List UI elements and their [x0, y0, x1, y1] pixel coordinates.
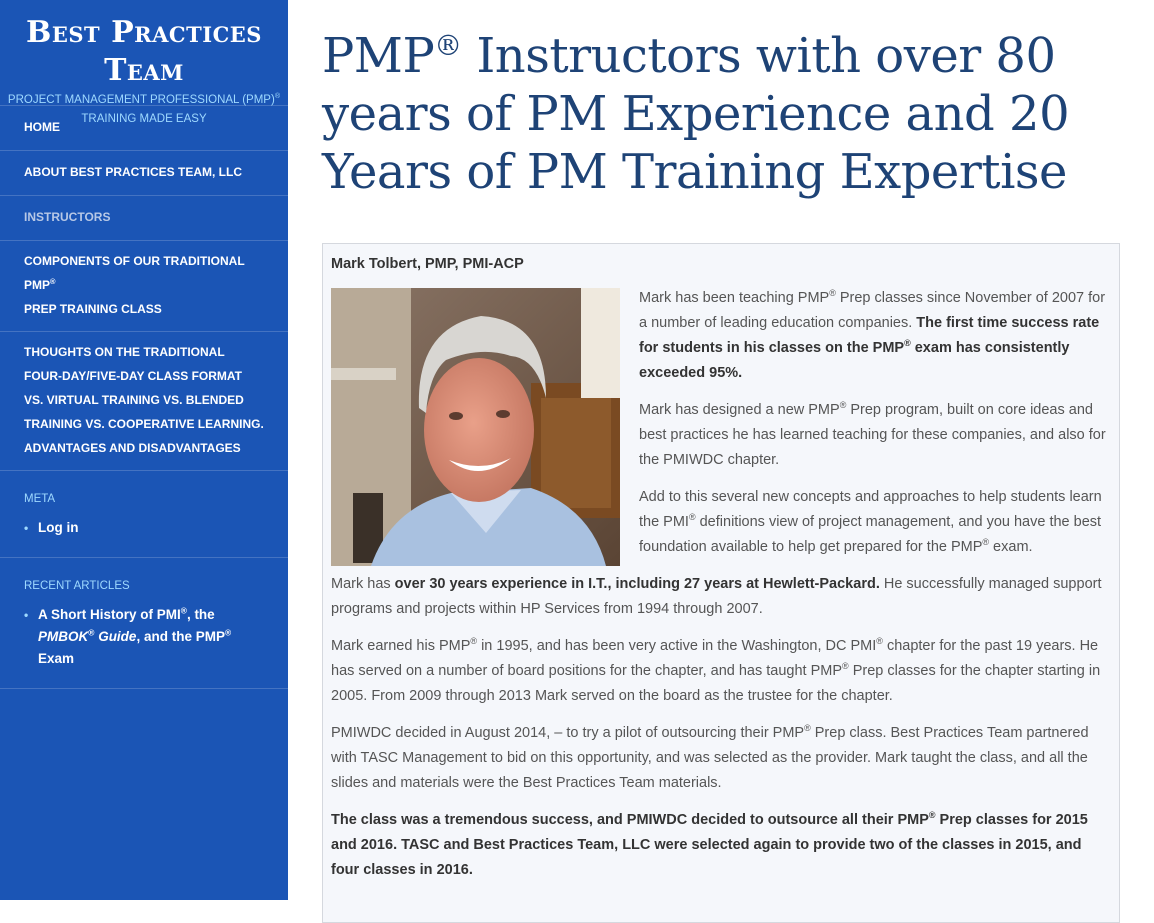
bio-paragraph-6: PMIWDC decided in August 2014, – to try …: [331, 721, 1111, 796]
bio-text-bold: The class was a tremendous success, and …: [331, 812, 929, 828]
bio-text-bold: over 30 years experience in I.T., includ…: [394, 576, 880, 592]
recent-article-link[interactable]: A Short History of PMI®, thePMBOK® Guide…: [24, 604, 264, 670]
bio-text: Mark earned his PMP: [331, 638, 471, 654]
reg-mark: ®: [829, 288, 836, 299]
bio-text: Mark has designed a new PMP: [639, 402, 840, 418]
tagline-line1: PROJECT MANAGEMENT PROFESSIONAL (PMP): [7, 94, 275, 106]
reg-mark: ®: [904, 338, 911, 349]
reg-mark: ®: [688, 512, 696, 523]
site-branding: Best Practices Team PROJECT MANAGEMENT P…: [0, 0, 288, 125]
main-content: PMP® Instructors with over 80 years of P…: [322, 0, 1122, 923]
nav-item-components-label-a: COMPONENTS OF OUR TRADITIONAL PMP: [24, 254, 245, 292]
recent-article-text-f: Exam: [38, 651, 75, 666]
instructor-panel: Mark Tolbert, PMP, PMI-ACP Mark has been…: [322, 243, 1120, 923]
recent-article-text-d: Guide: [98, 629, 137, 644]
page-title-a: PMP: [322, 28, 435, 84]
nav-item-instructors[interactable]: INSTRUCTORS: [0, 196, 288, 241]
nav-item-components-reg: ®: [50, 277, 56, 286]
reg-mark: ®: [88, 627, 95, 638]
bio-text: Mark has been teaching PMP: [639, 290, 830, 306]
bio-text: exam.: [989, 539, 1033, 555]
page-title: PMP® Instructors with over 80 years of P…: [322, 27, 1122, 201]
bio-paragraph-7: The class was a tremendous success, and …: [331, 808, 1111, 883]
nav-item-components-label-b: PREP TRAINING CLASS: [24, 302, 162, 316]
tagline-line2: TRAINING MADE EASY: [81, 113, 207, 125]
bio-text: PMIWDC decided in August 2014, – to try …: [331, 725, 805, 741]
recent-articles-widget: RECENT ARTICLES A Short History of PMI ®,…: [0, 558, 288, 689]
reg-mark: ®: [928, 810, 936, 821]
recent-articles-title: RECENT ARTICLES: [24, 580, 130, 592]
sidebar: Best Practices Team PROJECT MANAGEMENT P…: [0, 0, 288, 900]
login-link[interactable]: Log in: [24, 517, 264, 539]
meta-widget-title: META: [24, 493, 56, 505]
recent-article-text-a: A Short History of PMI: [38, 607, 181, 622]
recent-article-text-b: , the: [186, 607, 215, 622]
bio-text: Mark has: [331, 576, 395, 592]
bio-text: in 1995, and has been very active in the…: [477, 638, 877, 654]
reg-mark: ®: [842, 661, 849, 672]
recent-article-text-e: , and the PMP: [136, 629, 225, 644]
nav-item-components[interactable]: COMPONENTS OF OUR TRADITIONAL PMP® PREP …: [0, 241, 288, 332]
site-title[interactable]: Best Practices Team: [0, 14, 288, 90]
reg-mark: ®: [804, 723, 811, 734]
meta-widget: META Log in: [0, 471, 288, 558]
page-title-reg: ®: [434, 29, 462, 62]
bio-paragraph-4: Mark has over 30 years experience in I.T…: [331, 572, 1111, 622]
main-navigation: HOME ABOUT BEST PRACTICES TEAM, LLC INST…: [0, 106, 288, 471]
recent-article-text-c: PMBOK: [38, 629, 89, 644]
tagline-reg: ®: [274, 92, 281, 101]
reg-mark: ®: [224, 627, 232, 638]
reg-mark: ®: [876, 636, 883, 647]
instructor-photo: [331, 288, 620, 566]
instructor-name: Mark Tolbert, PMP, PMI-ACP: [331, 256, 524, 272]
nav-item-thoughts[interactable]: THOUGHTS ON THE TRADITIONAL FOUR-DAY/FIV…: [0, 332, 288, 471]
nav-item-about[interactable]: ABOUT BEST PRACTICES TEAM, LLC: [0, 151, 288, 196]
bio-paragraph-5: Mark earned his PMP ® in 1995, and has be…: [331, 634, 1111, 709]
